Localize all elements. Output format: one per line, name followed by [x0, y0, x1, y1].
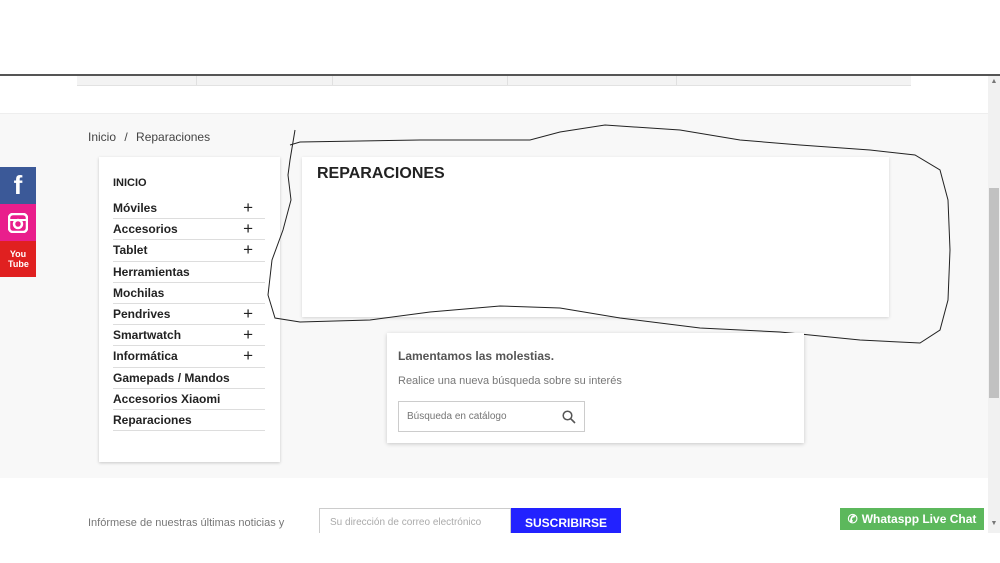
hand-drawn-annotation [267, 124, 951, 344]
notice-title: Lamentamos las molestias. [398, 349, 555, 363]
subscribe-button[interactable]: SUSCRIBIRSE [511, 508, 621, 533]
scroll-down-arrow[interactable]: ▼ [988, 520, 1000, 527]
catalog-search [398, 401, 585, 432]
scroll-up-arrow[interactable]: ▲ [988, 78, 1000, 85]
newsletter-email-input[interactable]: Su dirección de correo electrónico [319, 508, 511, 533]
newsletter-text: Infórmese de nuestras últimas noticias y [88, 517, 285, 529]
whatsapp-chat-button[interactable]: ✆ Whataspp Live Chat [840, 508, 984, 530]
whatsapp-icon: ✆ [847, 512, 858, 526]
notice-text: Realice una nueva búsqueda sobre su inte… [398, 375, 622, 387]
whatsapp-label: Whataspp Live Chat [861, 512, 977, 526]
catalog-search-input[interactable] [407, 411, 547, 422]
search-icon[interactable] [562, 409, 576, 424]
scrollbar-thumb[interactable] [989, 188, 999, 398]
no-results-notice: Lamentamos las molestias. Realice una nu… [387, 333, 804, 443]
